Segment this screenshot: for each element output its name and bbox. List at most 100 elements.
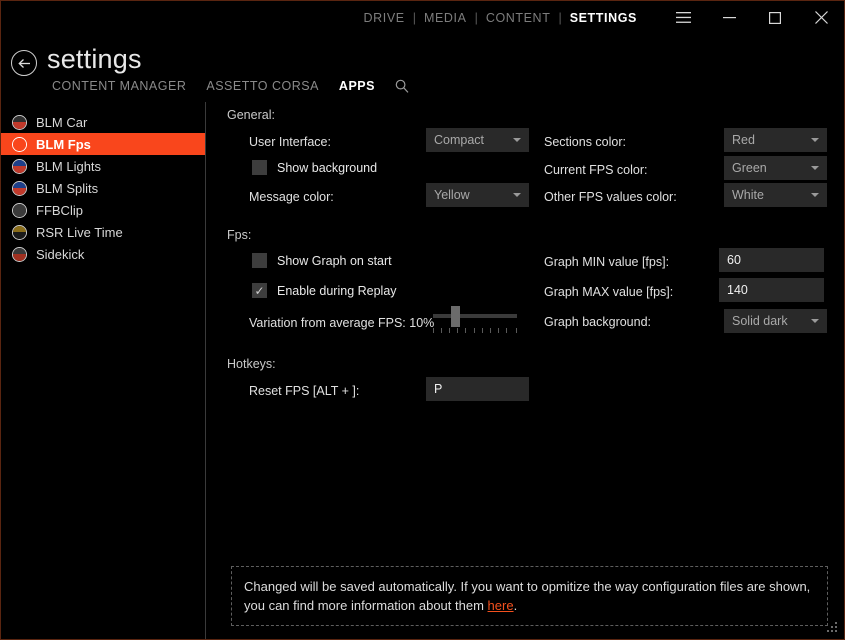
group-title-fps: Fps:: [227, 228, 252, 242]
graph-background-dropdown[interactable]: Solid dark: [724, 309, 827, 333]
reset-fps-hotkey-input[interactable]: P: [426, 377, 529, 401]
label-graph-background: Graph background:: [544, 315, 652, 329]
tab-assetto-corsa[interactable]: ASSETTO CORSA: [206, 79, 319, 93]
sidebar-item-blm-fps[interactable]: BLM Fps: [1, 133, 205, 155]
show-background-checkbox-row[interactable]: Show background: [252, 160, 377, 175]
back-arrow-icon: [17, 58, 30, 68]
app-window: DRIVE | MEDIA | CONTENT | SETTINGS setti…: [0, 0, 845, 640]
topnav-media[interactable]: MEDIA: [423, 11, 468, 25]
sidebar-item-blm-splits[interactable]: BLM Splits: [1, 177, 205, 199]
label-user-interface: User Interface:: [249, 135, 331, 149]
chevron-down-icon: [513, 138, 521, 142]
chevron-down-icon: [811, 166, 819, 170]
tab-content-manager[interactable]: CONTENT MANAGER: [52, 79, 186, 93]
sub-navigation: CONTENT MANAGER ASSETTO CORSA APPS: [52, 79, 409, 93]
sidebar-item-label: RSR Live Time: [36, 224, 123, 240]
resize-grip[interactable]: [827, 622, 839, 634]
chevron-down-icon: [811, 193, 819, 197]
chevron-down-icon: [811, 138, 819, 142]
sidebar-item-sidekick[interactable]: Sidekick: [1, 243, 205, 265]
check-icon: ✓: [254, 283, 265, 298]
notice-text-before: Changed will be saved automatically. If …: [244, 579, 811, 613]
sidebar-item-label: BLM Lights: [36, 158, 102, 174]
close-icon[interactable]: [798, 2, 844, 34]
sections-color-dropdown[interactable]: Red: [724, 128, 827, 152]
show-graph-on-start-checkbox-row[interactable]: Show Graph on start: [252, 253, 392, 268]
app-icon: [12, 158, 27, 174]
app-icon: [12, 114, 27, 130]
sidebar-item-label: Sidekick: [36, 246, 85, 262]
hamburger-icon[interactable]: [660, 2, 706, 34]
label-current-fps-color: Current FPS color:: [544, 163, 648, 177]
label-message-color: Message color:: [249, 190, 334, 204]
app-icon: [12, 224, 27, 240]
label-sections-color: Sections color:: [544, 135, 626, 149]
show-background-label: Show background: [277, 160, 378, 175]
graph-min-value: 60: [727, 253, 741, 267]
label-graph-min-value: Graph MIN value [fps]:: [544, 255, 670, 269]
graph-max-value: 140: [727, 283, 748, 297]
minimize-icon[interactable]: [706, 2, 752, 34]
title-bar: DRIVE | MEDIA | CONTENT | SETTINGS: [1, 1, 844, 34]
sidebar-item-ffbclip[interactable]: FFBClip: [1, 199, 205, 221]
sidebar-item-label: BLM Fps: [36, 136, 91, 152]
enable-during-replay-checkbox[interactable]: ✓: [252, 283, 267, 298]
topnav-settings[interactable]: SETTINGS: [569, 11, 638, 25]
user-interface-value: Compact: [434, 133, 485, 147]
current-fps-color-value: Green: [732, 161, 767, 175]
sidebar-item-label: FFBClip: [36, 202, 83, 218]
message-color-dropdown[interactable]: Yellow: [426, 183, 529, 207]
notice-link[interactable]: here: [488, 598, 514, 613]
graph-min-input[interactable]: 60: [719, 248, 824, 272]
sidebar-item-blm-lights[interactable]: BLM Lights: [1, 155, 205, 177]
app-icon: [12, 180, 27, 196]
sidebar-item-blm-car[interactable]: BLM Car: [1, 111, 205, 133]
slider-track: [433, 314, 517, 318]
topnav-separator: |: [412, 10, 416, 25]
label-variation-from-average-fps: Variation from average FPS: 10%: [249, 316, 435, 330]
settings-panel: General: User Interface: Compact Show ba…: [206, 102, 844, 639]
user-interface-dropdown[interactable]: Compact: [426, 128, 529, 152]
app-icon: [12, 136, 27, 152]
sidebar: BLM Car BLM Fps BLM Lights BLM Splits FF…: [1, 102, 205, 639]
maximize-icon[interactable]: [752, 2, 798, 34]
sidebar-item-label: BLM Splits: [36, 180, 99, 196]
slider-thumb[interactable]: [451, 306, 460, 327]
topnav-separator: |: [558, 10, 562, 25]
chevron-down-icon: [811, 319, 819, 323]
notice-text: Changed will be saved automatically. If …: [244, 577, 815, 615]
back-button[interactable]: [11, 50, 37, 76]
top-navigation: DRIVE | MEDIA | CONTENT | SETTINGS: [363, 1, 638, 34]
variation-slider[interactable]: [433, 306, 519, 334]
group-title-hotkeys: Hotkeys:: [227, 357, 276, 371]
reset-fps-hotkey-value: P: [434, 382, 443, 396]
sidebar-item-label: BLM Car: [36, 114, 88, 130]
label-graph-max-value: Graph MAX value [fps]:: [544, 285, 674, 299]
app-icon: [12, 202, 27, 218]
graph-background-value: Solid dark: [732, 314, 788, 328]
window-controls: [660, 2, 844, 34]
message-color-value: Yellow: [434, 188, 470, 202]
chevron-down-icon: [513, 193, 521, 197]
page-title: settings: [47, 44, 142, 74]
search-icon[interactable]: [395, 79, 409, 93]
sections-color-value: Red: [732, 133, 755, 147]
topnav-content[interactable]: CONTENT: [485, 11, 552, 25]
notice-box: Changed will be saved automatically. If …: [231, 566, 828, 626]
tab-apps[interactable]: APPS: [339, 79, 375, 93]
show-graph-on-start-checkbox[interactable]: [252, 253, 267, 268]
current-fps-color-dropdown[interactable]: Green: [724, 156, 827, 180]
graph-max-input[interactable]: 140: [719, 278, 824, 302]
label-reset-fps-hotkey: Reset FPS [ALT + ]:: [249, 384, 360, 398]
sidebar-item-rsr-live-time[interactable]: RSR Live Time: [1, 221, 205, 243]
app-icon: [12, 246, 27, 262]
topnav-drive[interactable]: DRIVE: [363, 11, 406, 25]
group-title-general: General:: [227, 108, 275, 122]
enable-during-replay-checkbox-row[interactable]: ✓ Enable during Replay: [252, 283, 397, 298]
show-graph-on-start-label: Show Graph on start: [277, 253, 392, 268]
other-fps-values-color-value: White: [732, 188, 764, 202]
other-fps-values-color-dropdown[interactable]: White: [724, 183, 827, 207]
show-background-checkbox[interactable]: [252, 160, 267, 175]
slider-ticks: [433, 328, 517, 334]
topnav-separator: |: [474, 10, 478, 25]
